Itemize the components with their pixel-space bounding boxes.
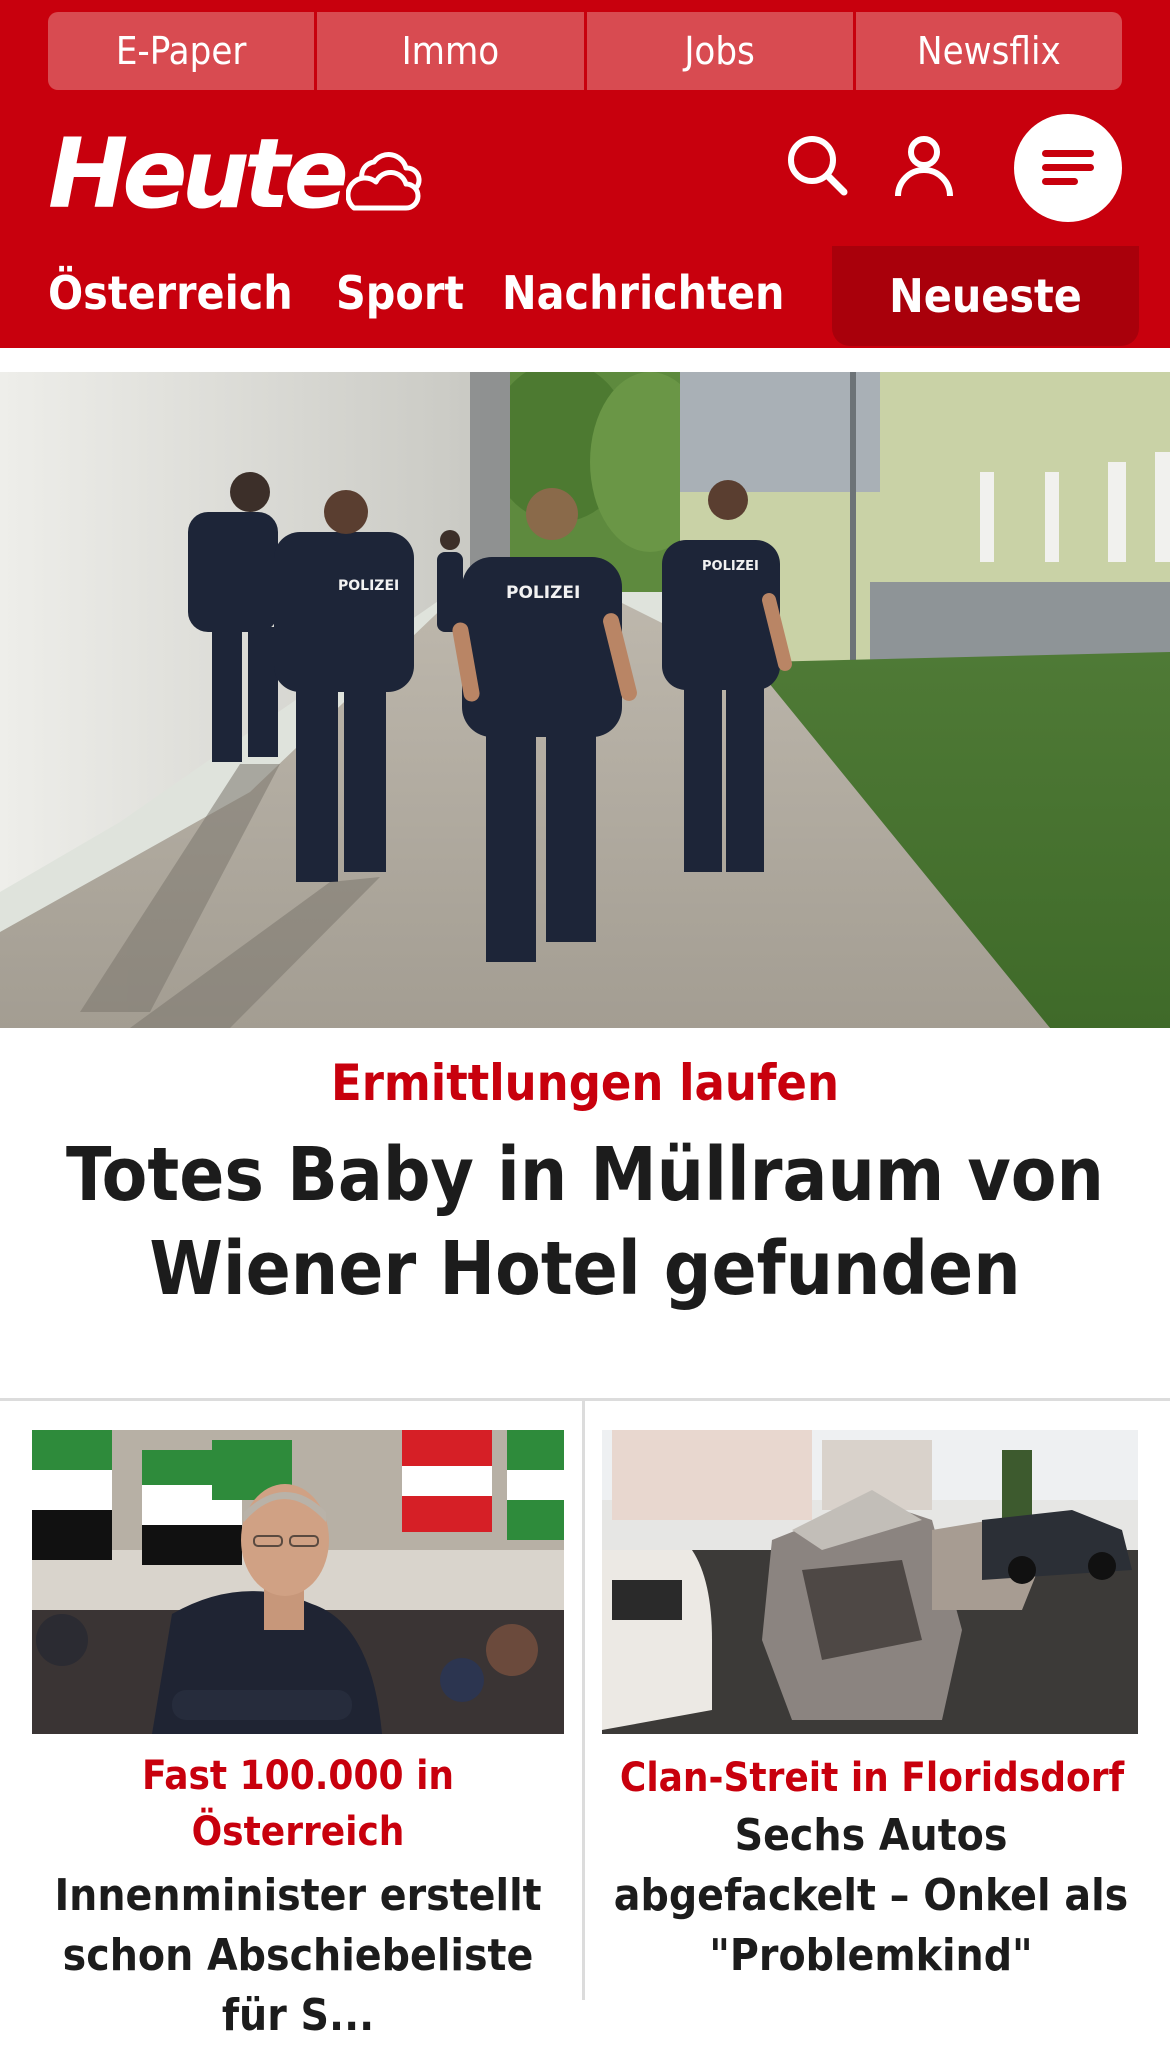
teaser-headline-2[interactable]: Sechs Autos abgefackelt – Onkel als "Pro…	[600, 1806, 1142, 1986]
quicklinks-group: E-Paper Immo Jobs Newsflix	[48, 12, 1122, 90]
quicklink-epaper[interactable]: E-Paper	[48, 12, 318, 90]
quicklink-immo[interactable]: Immo	[317, 12, 587, 90]
quicklink-newsflix[interactable]: Newsflix	[855, 12, 1122, 90]
teaser-kicker-1: Fast 100.000 in Österreich	[141, 1753, 455, 1855]
hero-headline[interactable]: Totes Baby in Müllraum von Wiener Hotel …	[60, 1128, 1110, 1316]
teaser-image-minister[interactable]	[32, 1430, 564, 1734]
main-navigation: Österreich Sport Nachrichten Neueste	[0, 244, 1170, 348]
hero-photo: POLIZEI POLIZEI POLIZEI	[0, 372, 1170, 1028]
teaser-headline-1[interactable]: Innenminister erstellt schon Abschiebeli…	[28, 1866, 568, 2046]
site-header: Heute	[0, 104, 1170, 244]
teaser-photo-minister	[32, 1430, 564, 1734]
polizei-label-2: POLIZEI	[506, 583, 580, 603]
search-icon[interactable]	[786, 134, 848, 196]
quicklink-jobs[interactable]: Jobs	[586, 12, 856, 90]
hamburger-menu-icon[interactable]	[1014, 114, 1122, 222]
teaser-photo-burned-cars	[602, 1430, 1138, 1734]
top-links-bar: E-Paper Immo Jobs Newsflix	[0, 0, 1170, 104]
nav-item-neueste[interactable]: Neueste	[832, 246, 1139, 346]
nav-item-oesterreich[interactable]: Österreich	[48, 266, 293, 320]
column-divider	[582, 1400, 585, 2000]
teaser-image-burned-cars[interactable]	[602, 1430, 1138, 1734]
cloud-sun-icon[interactable]	[346, 148, 422, 212]
site-logo[interactable]: Heute	[48, 124, 349, 224]
teaser-kicker-2: Clan-Streit in Floridsdorf	[619, 1755, 1125, 1801]
hero-article-image[interactable]: POLIZEI POLIZEI POLIZEI	[0, 372, 1170, 1028]
polizei-label-3: POLIZEI	[702, 559, 759, 574]
nav-item-nachrichten[interactable]: Nachrichten	[502, 266, 784, 320]
section-divider	[0, 1398, 1170, 1401]
hero-kicker: Ermittlungen laufen	[331, 1054, 839, 1112]
polizei-label-1: POLIZEI	[338, 578, 399, 594]
user-icon[interactable]	[894, 134, 954, 198]
nav-item-sport[interactable]: Sport	[336, 266, 464, 320]
